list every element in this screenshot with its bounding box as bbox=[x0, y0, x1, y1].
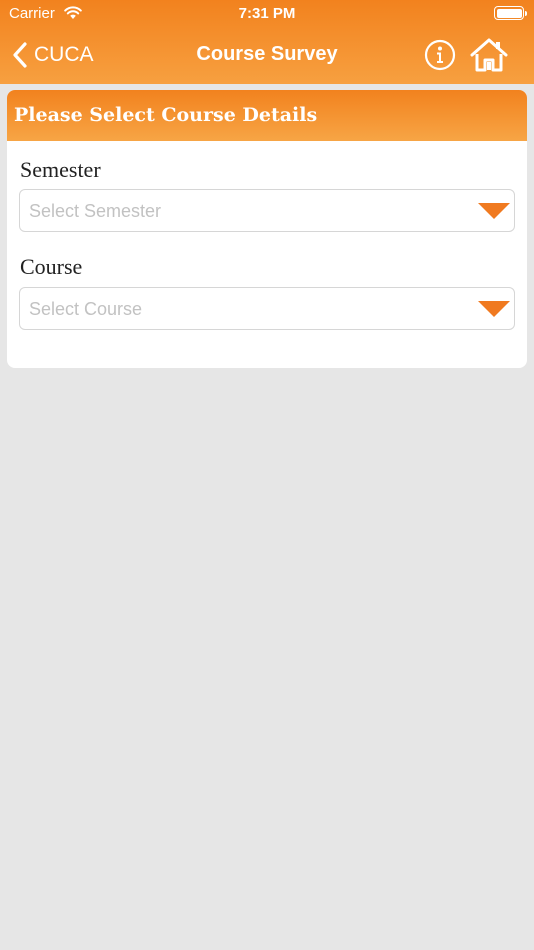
app-header: Carrier 7:31 PM CUCA Course Survey bbox=[0, 0, 534, 84]
semester-label: Semester bbox=[20, 157, 101, 182]
course-label: Course bbox=[20, 254, 83, 279]
semester-select[interactable]: Select Semester bbox=[19, 189, 515, 232]
home-button[interactable] bbox=[470, 37, 508, 73]
dropdown-arrow-icon bbox=[478, 203, 510, 224]
status-bar: Carrier 7:31 PM bbox=[0, 0, 534, 28]
course-select[interactable]: Select Course bbox=[19, 287, 515, 330]
navigation-bar: CUCA Course Survey bbox=[0, 28, 534, 82]
info-button[interactable] bbox=[424, 39, 456, 71]
course-select-placeholder: Select Course bbox=[29, 299, 143, 319]
dropdown-arrow-icon bbox=[478, 301, 510, 322]
home-icon bbox=[470, 38, 508, 77]
info-icon bbox=[424, 39, 456, 75]
clock: 7:31 PM bbox=[238, 5, 296, 22]
course-details-card: Please Select Course Details Semester Se… bbox=[7, 90, 527, 368]
card-header: Please Select Course Details bbox=[7, 90, 527, 141]
battery-icon bbox=[494, 6, 527, 20]
semester-select-placeholder: Select Semester bbox=[29, 201, 162, 221]
